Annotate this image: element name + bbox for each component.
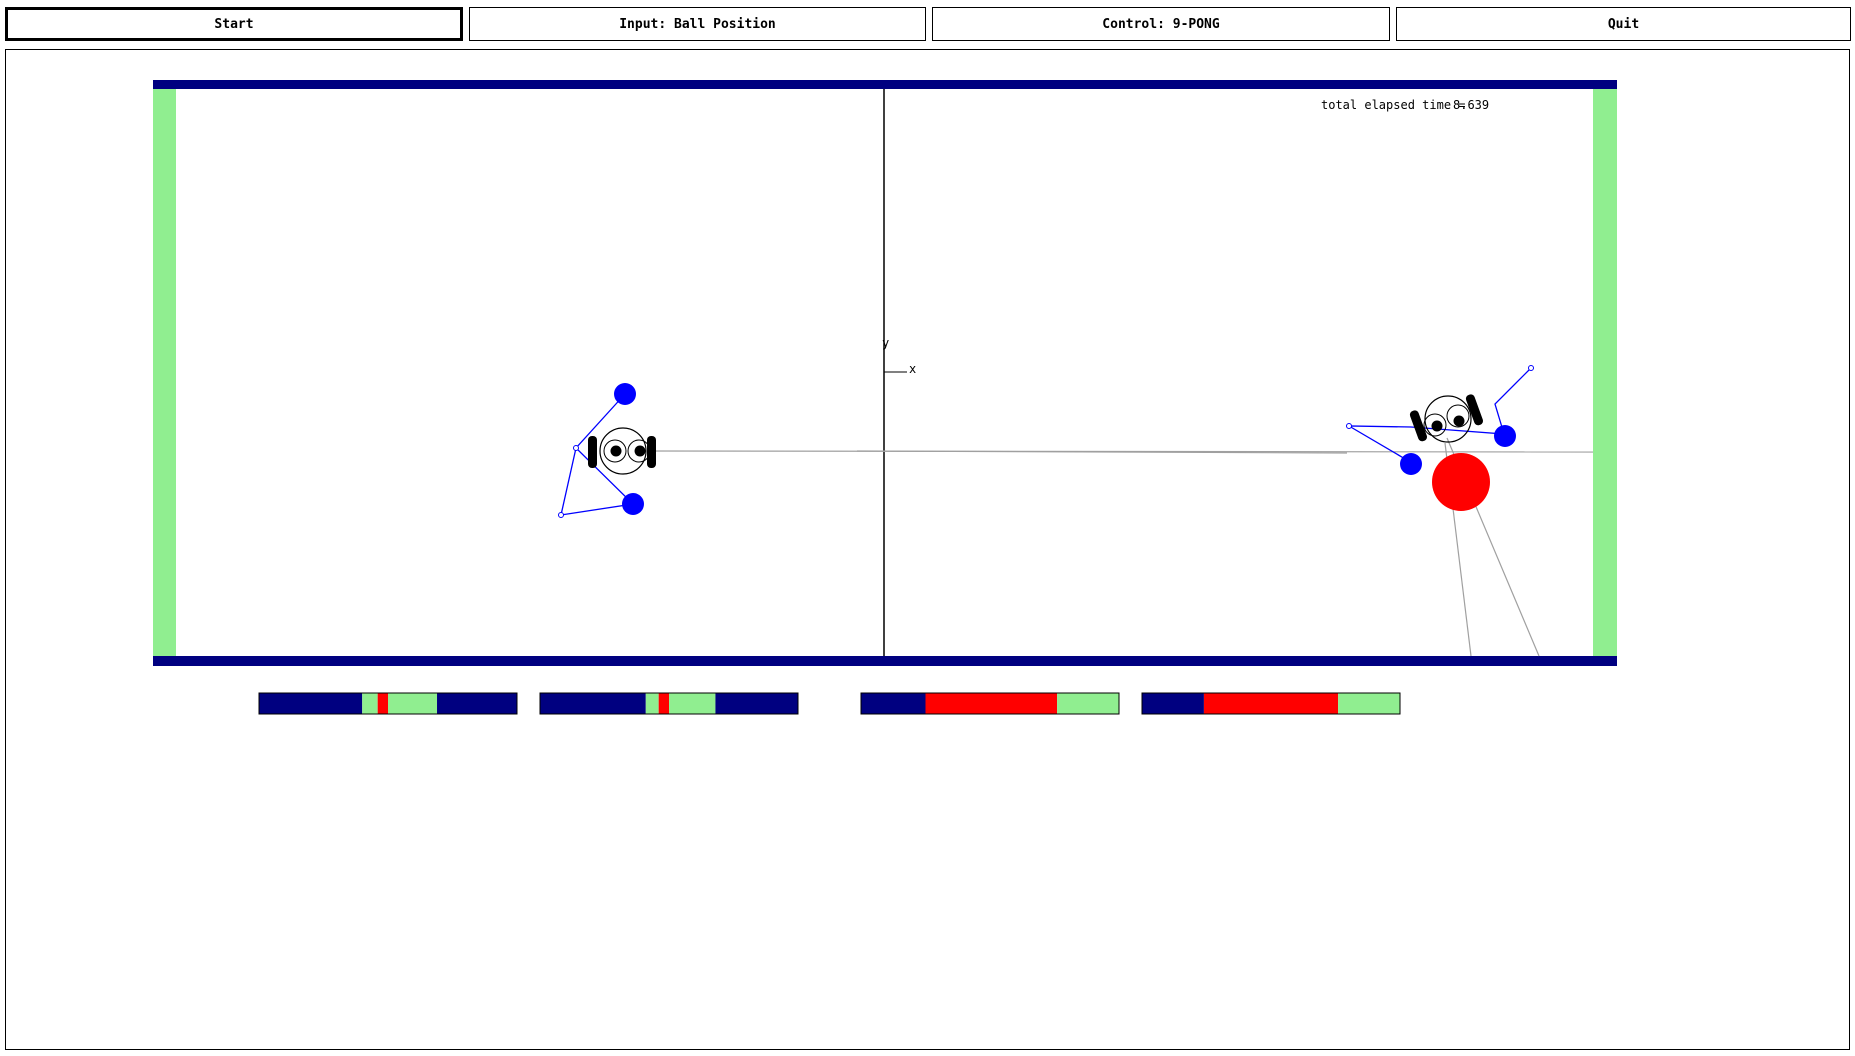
- right-robot-marker-2: [1400, 453, 1422, 475]
- left-robot-hub-1: [610, 445, 622, 457]
- right-robot-marker-1: [1494, 425, 1516, 447]
- meter-2-segment-1: [540, 693, 646, 714]
- left-robot-joint-2: [558, 512, 564, 518]
- left-robot-hub-2: [634, 445, 646, 457]
- meter-2-segment-2: [645, 693, 659, 714]
- meter-2-segment-5: [715, 693, 798, 714]
- left-goal: [153, 89, 176, 656]
- meter-1: [258, 692, 518, 715]
- meter-4-segment-3: [1338, 693, 1400, 714]
- axis-y-label: y: [882, 336, 889, 350]
- meter-3-segment-3: [1057, 693, 1119, 714]
- top-wall: [153, 80, 1617, 89]
- meter-4: [1141, 692, 1401, 715]
- meter-1-segment-3: [377, 693, 388, 714]
- right-robot-hub-1: [1431, 420, 1443, 432]
- pong-field: [153, 80, 1617, 666]
- meter-2-segment-4: [669, 693, 716, 714]
- left-robot-marker-1: [614, 383, 636, 405]
- meter-1-segment-4: [388, 693, 438, 714]
- meter-2-segment-3: [658, 693, 669, 714]
- simulation-scene: total elapsed time = 8.639 y x: [153, 80, 1617, 715]
- ball: [1432, 453, 1490, 511]
- left-robot-joint-1: [573, 445, 579, 451]
- left-robot-marker-2: [622, 493, 644, 515]
- right-robot-hub-2: [1453, 415, 1465, 427]
- meter-1-segment-5: [437, 693, 517, 714]
- meter-3-segment-1: [861, 693, 926, 714]
- meter-4-segment-1: [1142, 693, 1204, 714]
- field-background: [153, 80, 1617, 666]
- axis-x-label: x: [909, 362, 916, 376]
- meter-4-segment-2: [1203, 693, 1339, 714]
- meter-2: [539, 692, 799, 715]
- elapsed-time-label: total elapsed time =: [1321, 98, 1466, 112]
- right-goal: [1593, 89, 1617, 656]
- elapsed-time-value: 8.639: [1453, 98, 1489, 112]
- meter-3-segment-2: [925, 693, 1058, 714]
- meter-1-segment-2: [362, 693, 378, 714]
- right-robot-joint-1: [1528, 365, 1534, 371]
- status-meters: [258, 692, 1401, 715]
- meter-3: [860, 692, 1120, 715]
- left-robot-wheel-2: [647, 436, 656, 468]
- right-robot-joint-2: [1346, 423, 1352, 429]
- meter-1-segment-1: [259, 693, 363, 714]
- bottom-wall: [153, 656, 1617, 666]
- left-robot-wheel-1: [588, 436, 597, 468]
